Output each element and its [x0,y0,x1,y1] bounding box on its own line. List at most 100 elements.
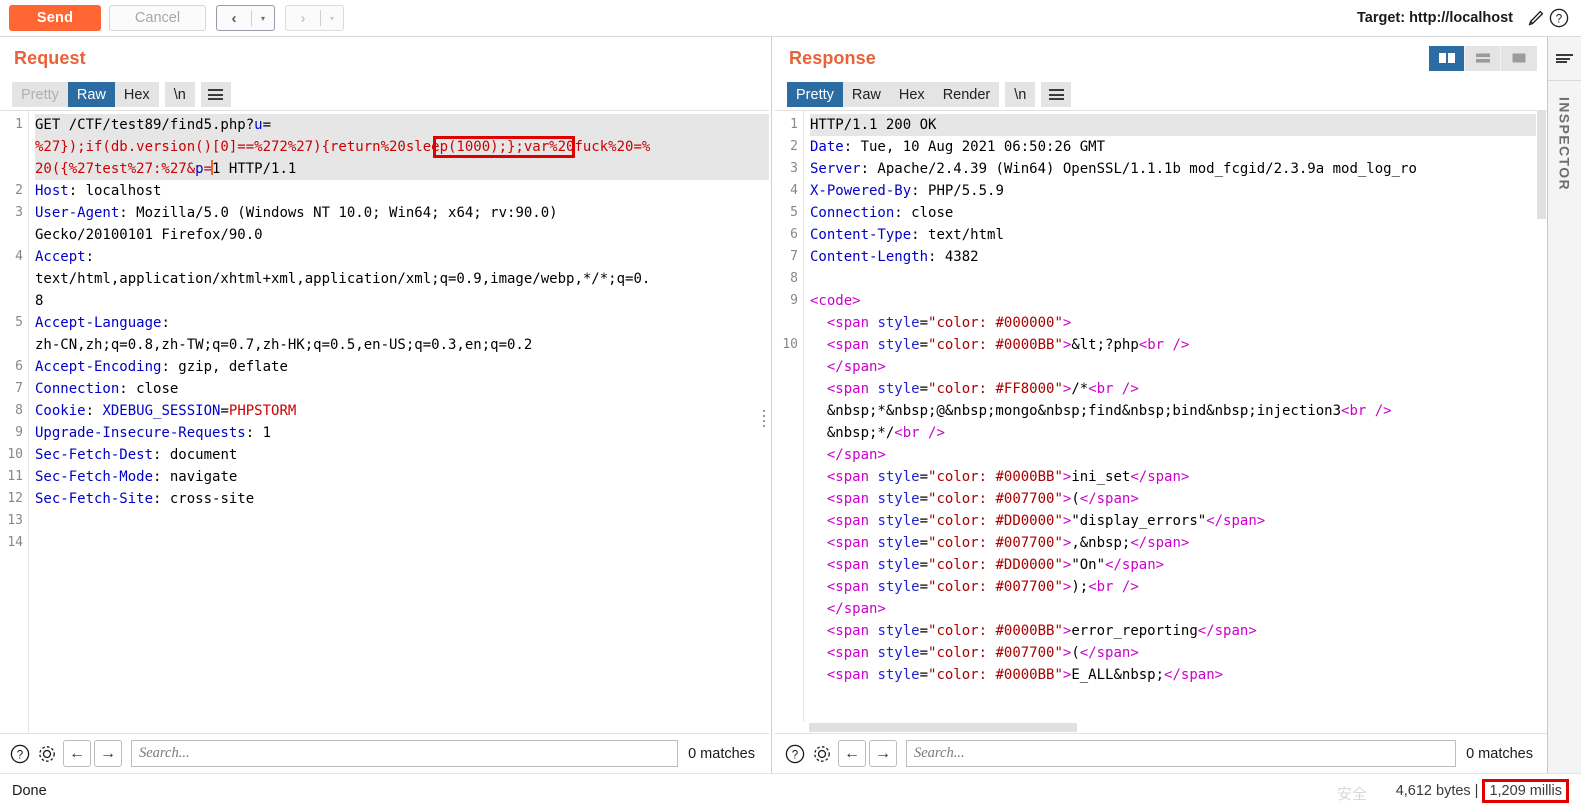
tab-request-pretty[interactable]: Pretty [12,82,68,107]
request-search-next-arrow-right-icon[interactable]: → [94,740,122,767]
response-horizontal-scrollbar[interactable] [775,722,1547,733]
code-line[interactable]: <span style="color: #007700">(</span> [810,488,1536,510]
code-line[interactable]: Date: Tue, 10 Aug 2021 06:50:26 GMT [810,136,1536,158]
inspector-menu-hamburger-icon[interactable] [1548,37,1581,81]
side-by-side-layout-button[interactable] [1429,45,1465,71]
code-line[interactable]: Connection: close [35,378,769,400]
request-search-prev-arrow-left-icon[interactable]: ← [63,740,91,767]
code-line[interactable]: Cookie: XDEBUG_SESSION=PHPSTORM [35,400,769,422]
request-editor[interactable]: 1 2 3 4 5 6 7 8 9 10 11 12 13 14 GET /CTF/test89/find… [0,110,769,733]
code-line[interactable]: 8 [35,290,769,312]
tab-response-pretty[interactable]: Pretty [787,82,843,107]
code-line[interactable] [35,532,769,554]
scroll-thumb[interactable] [1537,111,1546,219]
status-bar: Done 安全 4,612 bytes | 1,209 millis [0,773,1581,807]
response-search-question-icon[interactable]: ? [781,740,808,767]
next-request-dropdown[interactable]: ▾ [321,6,343,30]
pencil-icon[interactable] [1523,6,1547,30]
code-line[interactable]: Accept-Encoding: gzip, deflate [35,356,769,378]
scroll-thumb[interactable] [809,723,1077,732]
code-line[interactable]: 20({%27test%27:%27&p=1 HTTP/1.1 [35,158,769,180]
line-number: 10 [7,447,23,462]
code-line[interactable]: &nbsp;*&nbsp;@&nbsp;mongo&nbsp;find&nbsp… [810,400,1536,422]
request-code[interactable]: GET /CTF/test89/find5.php?u= %27});if(db.… [28,111,769,733]
response-search-prev-arrow-left-icon[interactable]: ← [838,740,866,767]
code-line[interactable]: Server: Apache/2.4.39 (Win64) OpenSSL/1.… [810,158,1536,180]
code-line[interactable]: User-Agent: Mozilla/5.0 (Windows NT 10.0… [35,202,769,224]
next-request-group[interactable]: › ▾ [285,5,344,31]
previous-request-dropdown[interactable]: ▾ [252,6,274,30]
previous-request-group[interactable]: ‹ ▾ [216,5,275,31]
response-code[interactable]: HTTP/1.1 200 OK Date: Tue, 10 Aug 2021 06… [803,111,1536,722]
code-line[interactable]: Gecko/20100101 Firefox/90.0 [35,224,769,246]
code-line[interactable]: GET /CTF/test89/find5.php?u= [35,114,769,136]
response-search-input[interactable] [906,740,1457,767]
code-line[interactable]: </span> [810,356,1536,378]
code-line[interactable]: Content-Length: 4382 [810,246,1536,268]
send-button[interactable]: Send [9,5,101,31]
code-line[interactable]: &nbsp;*/<br /> [810,422,1536,444]
code-line[interactable] [35,510,769,532]
code-line[interactable]: Sec-Fetch-Dest: document [35,444,769,466]
request-search-input[interactable] [131,740,679,767]
code-line[interactable]: </span> [810,598,1536,620]
response-vertical-scrollbar[interactable] [1536,111,1547,722]
question-icon[interactable]: ? [1547,6,1571,30]
previous-request-button[interactable]: ‹ [217,6,251,30]
response-search-gear-icon[interactable] [808,740,835,767]
code-line[interactable]: </span> [810,444,1536,466]
code-line[interactable]: text/html,application/xhtml+xml,applicat… [35,268,769,290]
tab-response-newline[interactable]: \n [1005,82,1036,107]
code-line[interactable]: HTTP/1.1 200 OK [810,114,1536,136]
code-line[interactable]: Accept: [35,246,769,268]
line-number: 8 [790,271,798,286]
cancel-button[interactable]: Cancel [109,5,206,31]
code-line[interactable]: <span style="color: #007700">(</span> [810,642,1536,664]
line-number [775,312,803,334]
request-search-gear-icon[interactable] [33,740,60,767]
code-line[interactable]: <span style="color: #007700">,&nbsp;</sp… [810,532,1536,554]
tab-request-newline[interactable]: \n [164,82,195,107]
code-line[interactable]: <span style="color: #DD0000">"display_er… [810,510,1536,532]
code-line[interactable]: Connection: close [810,202,1536,224]
response-search-next-arrow-right-icon[interactable]: → [869,740,897,767]
request-format-tabs: Pretty Raw Hex [12,82,159,107]
code-line[interactable]: Sec-Fetch-Site: cross-site [35,488,769,510]
stacked-layout-button[interactable] [1465,45,1501,71]
request-resize-grip[interactable] [763,409,765,427]
line-number [775,554,803,576]
code-line[interactable]: %27});if(db.version()[0]==%272%27){retur… [35,136,769,158]
inspector-label[interactable]: INSPECTOR [1557,97,1573,191]
code-line[interactable]: <span style="color: #007700">);<br /> [810,576,1536,598]
code-line[interactable]: Content-Type: text/html [810,224,1536,246]
code-line[interactable]: Accept-Language: [35,312,769,334]
code-line[interactable]: <span style="color: #FF8000">/*<br /> [810,378,1536,400]
single-pane-layout-button[interactable] [1501,45,1537,71]
code-line[interactable] [810,268,1536,290]
tab-request-raw[interactable]: Raw [67,82,115,107]
code-line[interactable]: <code> [810,290,1536,312]
response-editor[interactable]: 1 2 3 4 5 6 7 8 9 10 HTTP/1.1 200 OK Date: Tue, 10… [775,110,1547,722]
tab-request-hex[interactable]: Hex [114,82,159,107]
tab-response-hex[interactable]: Hex [889,82,934,107]
line-number [775,620,803,642]
tab-response-render[interactable]: Render [933,82,1000,107]
code-line[interactable]: <span style="color: #0000BB">error_repor… [810,620,1536,642]
code-line[interactable]: <span style="color: #000000"> [810,312,1536,334]
code-line[interactable]: X-Powered-By: PHP/5.5.9 [810,180,1536,202]
request-search-question-icon[interactable]: ? [6,740,33,767]
code-line[interactable]: Sec-Fetch-Mode: navigate [35,466,769,488]
code-line[interactable]: <span style="color: #0000BB">ini_set</sp… [810,466,1536,488]
code-line[interactable]: Upgrade-Insecure-Requests: 1 [35,422,769,444]
response-menu-hamburger-icon[interactable] [1041,82,1072,107]
code-line[interactable]: <span style="color: #0000BB">E_ALL&nbsp;… [810,664,1536,686]
code-line[interactable]: zh-CN,zh;q=0.8,zh-TW;q=0.7,zh-HK;q=0.5,e… [35,334,769,356]
code-line[interactable]: <span style="color: #DD0000">"On"</span> [810,554,1536,576]
line-number: 9 [790,293,798,308]
next-request-button[interactable]: › [286,6,320,30]
code-line[interactable]: Host: localhost [35,180,769,202]
tab-response-raw[interactable]: Raw [842,82,890,107]
code-line[interactable]: <span style="color: #0000BB">&lt;?php<br… [810,334,1536,356]
hamburger-glyph [208,89,224,100]
request-menu-hamburger-icon[interactable] [200,82,231,107]
